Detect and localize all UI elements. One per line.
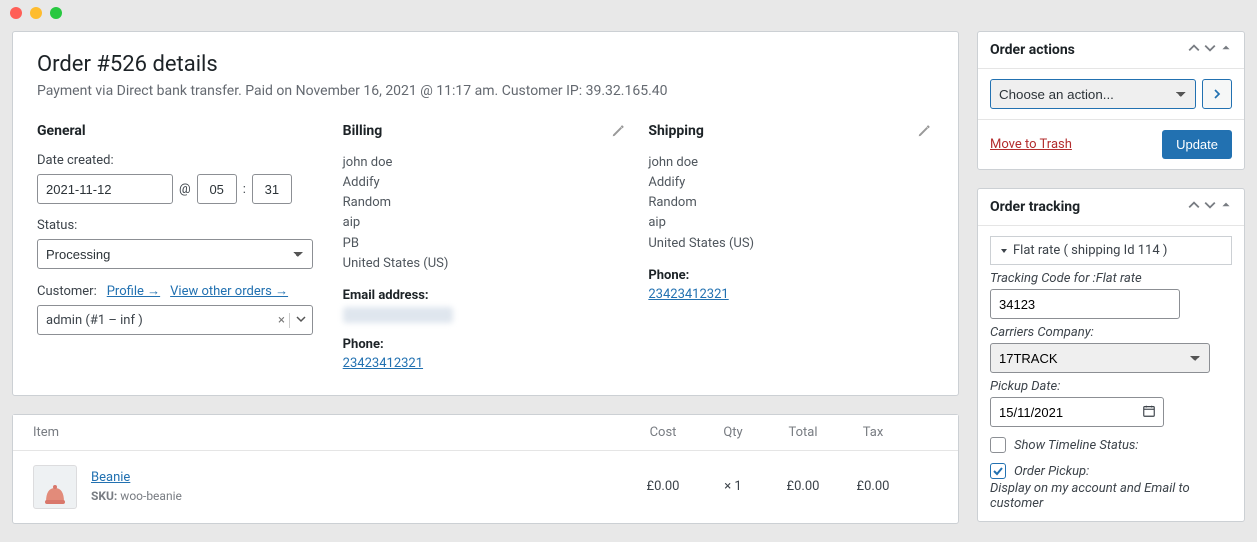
carrier-select[interactable]: 17TRACK	[990, 343, 1210, 373]
profile-link[interactable]: Profile →	[107, 283, 160, 299]
status-label: Status:	[37, 218, 323, 233]
customer-select[interactable]: admin (#1 – inf ) ×	[37, 305, 313, 335]
billing-phone-label: Phone:	[343, 337, 629, 352]
customer-clear-icon[interactable]: ×	[274, 313, 289, 328]
billing-column: Billing john doe Addify Random aip PB Un…	[343, 123, 629, 371]
order-actions-title: Order actions	[990, 42, 1075, 58]
status-select[interactable]: Processing	[37, 239, 313, 269]
header-total: Total	[768, 425, 838, 440]
item-name-link[interactable]: Beanie	[91, 470, 130, 485]
billing-heading: Billing	[343, 123, 629, 139]
panel-down-icon[interactable]	[1204, 199, 1216, 215]
pencil-icon[interactable]	[610, 125, 624, 143]
pencil-icon[interactable]	[916, 125, 930, 143]
carrier-label: Carriers Company:	[990, 325, 1232, 340]
email-label: Email address:	[343, 288, 629, 303]
item-total: £0.00	[768, 479, 838, 494]
billing-address: john doe Addify Random aip PB United Sta…	[343, 153, 629, 274]
panel-up-icon[interactable]	[1188, 199, 1200, 215]
items-header: Item Cost Qty Total Tax	[13, 415, 958, 451]
item-tax: £0.00	[838, 479, 908, 494]
shipping-heading: Shipping	[648, 123, 934, 139]
minute-input[interactable]	[252, 174, 292, 204]
pickup-date-input[interactable]	[990, 397, 1164, 427]
shipping-phone-link[interactable]: 23423412321	[648, 287, 728, 302]
product-thumbnail[interactable]	[33, 465, 77, 509]
header-item: Item	[33, 425, 628, 440]
header-cost: Cost	[628, 425, 698, 440]
date-created-input[interactable]	[37, 174, 173, 204]
order-details-panel: Order #526 details Payment via Direct ba…	[12, 31, 959, 396]
order-actions-panel: Order actions Choose an action...	[977, 31, 1245, 170]
date-created-label: Date created:	[37, 153, 323, 168]
order-tracking-title: Order tracking	[990, 199, 1080, 215]
general-column: General Date created: @ : Status: Proces…	[37, 123, 323, 371]
items-panel: Item Cost Qty Total Tax Beanie SKU: woo-…	[12, 414, 959, 524]
order-tracking-panel: Order tracking Flat rate ( shipping Id 1…	[977, 188, 1245, 522]
item-row: Beanie SKU: woo-beanie £0.00 × 1 £0.00 £…	[13, 451, 958, 523]
timeline-label: Show Timeline Status:	[1014, 438, 1139, 453]
view-orders-link[interactable]: View other orders →	[170, 283, 288, 299]
order-title: Order #526 details	[37, 52, 934, 77]
shipping-method-toggle[interactable]: Flat rate ( shipping Id 114 )	[990, 236, 1232, 265]
at-symbol: @	[179, 182, 191, 197]
email-value-redacted	[343, 307, 453, 323]
header-qty: Qty	[698, 425, 768, 440]
panel-toggle-icon[interactable]	[1220, 42, 1232, 58]
maximize-window-icon[interactable]	[50, 7, 62, 19]
timeline-checkbox[interactable]	[990, 437, 1006, 453]
general-heading: General	[37, 123, 323, 139]
customer-value: admin (#1 – inf )	[46, 313, 143, 328]
tracking-code-label: Tracking Code for :Flat rate	[990, 271, 1232, 286]
panel-down-icon[interactable]	[1204, 42, 1216, 58]
shipping-column: Shipping john doe Addify Random aip Unit…	[648, 123, 934, 371]
tracking-code-input[interactable]	[990, 289, 1180, 319]
move-to-trash-link[interactable]: Move to Trash	[990, 137, 1072, 152]
order-pickup-checkbox[interactable]	[990, 463, 1006, 479]
shipping-address: john doe Addify Random aip United States…	[648, 153, 934, 254]
pickup-help-text: Display on my account and Email to custo…	[990, 481, 1232, 511]
order-subtitle: Payment via Direct bank transfer. Paid o…	[37, 83, 934, 99]
item-qty: × 1	[698, 479, 768, 494]
billing-phone-link[interactable]: 23423412321	[343, 356, 423, 371]
update-button[interactable]: Update	[1162, 130, 1232, 159]
pickup-date-label: Pickup Date:	[990, 379, 1232, 394]
order-pickup-label: Order Pickup:	[1014, 464, 1089, 479]
order-action-select[interactable]: Choose an action...	[990, 79, 1196, 109]
customer-label: Customer:	[37, 284, 97, 299]
item-cost: £0.00	[628, 479, 698, 494]
colon-symbol: :	[243, 182, 246, 197]
header-tax: Tax	[838, 425, 908, 440]
hour-input[interactable]	[197, 174, 237, 204]
panel-toggle-icon[interactable]	[1220, 199, 1232, 215]
chevron-down-icon[interactable]	[289, 313, 306, 328]
window-chrome	[0, 0, 1257, 26]
item-sku: SKU: woo-beanie	[91, 489, 628, 503]
close-window-icon[interactable]	[10, 7, 22, 19]
minimize-window-icon[interactable]	[30, 7, 42, 19]
action-go-button[interactable]	[1202, 79, 1232, 109]
panel-up-icon[interactable]	[1188, 42, 1200, 58]
shipping-phone-label: Phone:	[648, 268, 934, 283]
